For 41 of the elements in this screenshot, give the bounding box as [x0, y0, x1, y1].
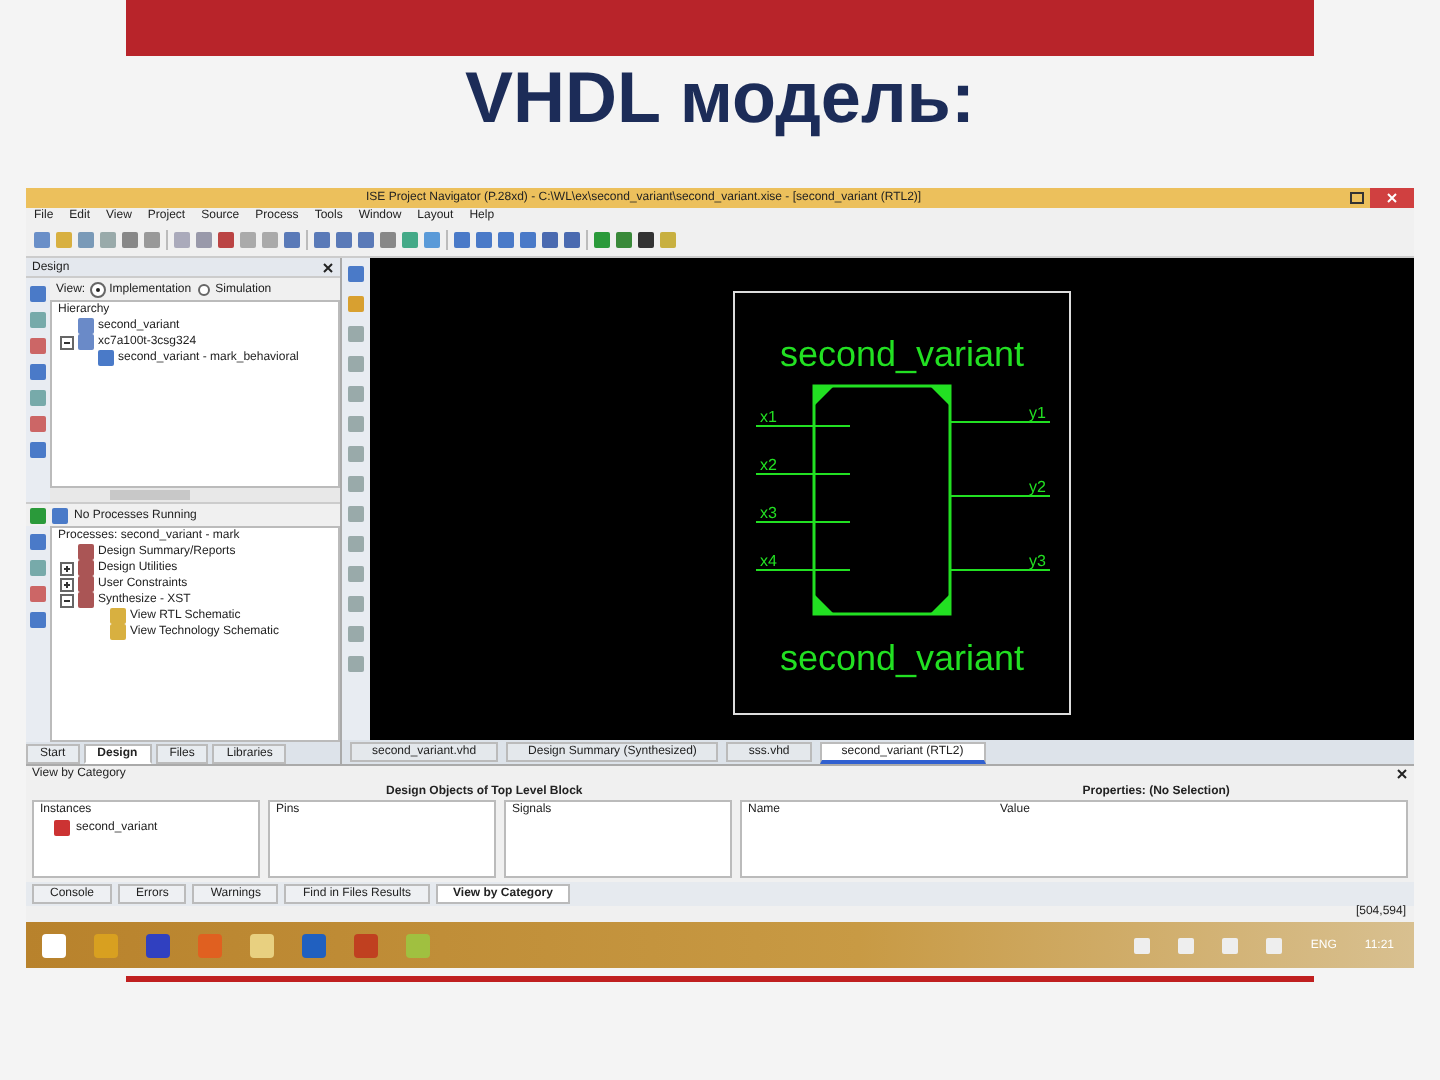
close-button[interactable]	[1396, 768, 1408, 780]
tray-icon[interactable]	[1222, 937, 1239, 953]
close-button[interactable]	[322, 261, 334, 273]
app-icon[interactable]	[354, 933, 378, 957]
scrollbar[interactable]	[50, 488, 340, 502]
pin-line	[755, 473, 851, 475]
app-icon[interactable]	[250, 933, 274, 957]
pin-label: x4	[760, 552, 777, 570]
close-icon	[1396, 768, 1408, 780]
close-icon	[322, 261, 334, 273]
app-icon[interactable]	[198, 933, 222, 957]
pin-label: x3	[760, 504, 777, 522]
pin-line	[755, 521, 851, 523]
pin-label: y1	[1029, 404, 1046, 422]
pin-label: y3	[1029, 552, 1046, 570]
component-name: second_variant	[779, 638, 1025, 678]
pin-line	[755, 425, 851, 427]
pin-label: x1	[760, 408, 777, 426]
pin-line	[949, 569, 1051, 571]
process-icon	[52, 507, 68, 523]
app-icon[interactable]	[406, 933, 430, 957]
expand-icon[interactable]	[60, 577, 74, 591]
expand-icon[interactable]	[60, 561, 74, 575]
pin-label: y2	[1029, 478, 1046, 496]
instance-icon	[54, 820, 70, 836]
app-icon[interactable]	[146, 933, 170, 957]
pin-label: x2	[760, 456, 777, 474]
app-icon[interactable]	[94, 933, 118, 957]
component-name: second_variant	[779, 334, 1025, 374]
pin-line	[949, 421, 1051, 423]
collapse-icon[interactable]	[60, 593, 74, 607]
pin-line	[755, 569, 851, 571]
close-icon	[1386, 192, 1398, 204]
slide-title: VHDL модель:	[465, 60, 975, 142]
pin-line	[949, 495, 1051, 497]
app-icon[interactable]	[302, 933, 326, 957]
tray-icon[interactable]	[1134, 937, 1151, 953]
collapse-icon[interactable]	[60, 335, 74, 349]
tray-icon[interactable]	[1266, 937, 1283, 953]
tray-icon[interactable]	[1178, 937, 1195, 953]
radio-button[interactable]	[197, 283, 210, 295]
